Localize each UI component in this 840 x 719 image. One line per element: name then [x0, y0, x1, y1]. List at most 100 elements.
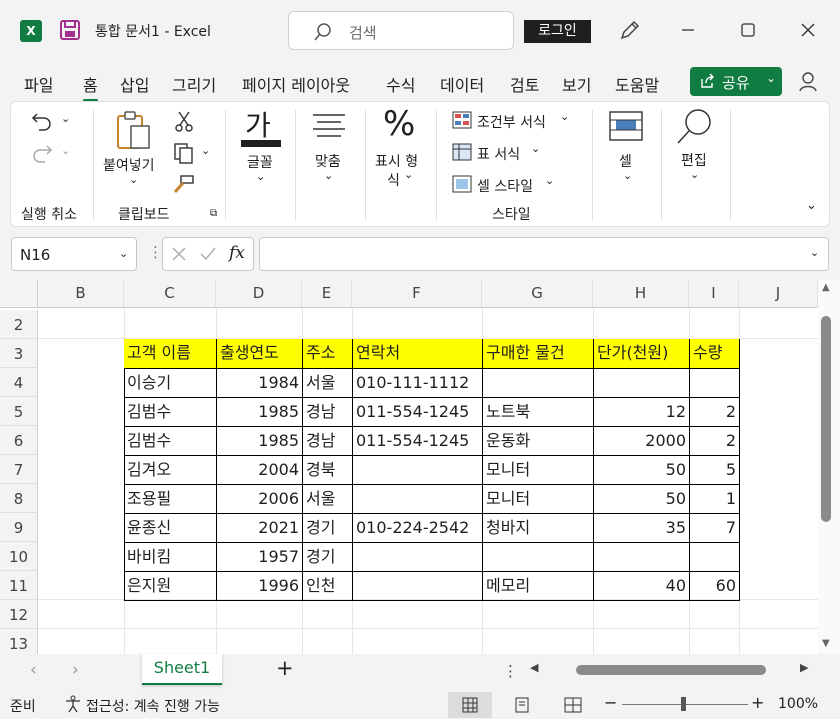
cells-icon[interactable]: [608, 108, 644, 142]
close-icon[interactable]: [796, 18, 820, 42]
scroll-right-icon[interactable]: ▶: [800, 661, 808, 674]
table-cell[interactable]: [594, 368, 690, 398]
table-cell[interactable]: 1957: [217, 542, 303, 572]
editing-label[interactable]: 편집: [681, 150, 707, 170]
table-cell[interactable]: 12: [594, 397, 690, 427]
vertical-scroll-thumb[interactable]: [821, 316, 831, 522]
select-all-corner[interactable]: [0, 280, 38, 308]
column-header[interactable]: H: [593, 280, 689, 308]
table-cell[interactable]: 은지원: [124, 571, 217, 601]
zoom-slider-knob[interactable]: [681, 697, 686, 711]
ribbon-collapse-icon[interactable]: ⌄: [806, 198, 817, 213]
tab-formulas[interactable]: 수식: [386, 72, 415, 96]
table-cell[interactable]: 청바지: [483, 513, 594, 543]
scroll-up-icon[interactable]: ▲: [822, 282, 830, 293]
chevron-down-icon[interactable]: ⌄: [129, 173, 138, 186]
table-cell[interactable]: 조용필: [124, 484, 217, 514]
table-header-cell[interactable]: 연락처: [353, 339, 483, 369]
save-icon[interactable]: [58, 18, 82, 42]
chevron-down-icon[interactable]: ⌄: [119, 247, 128, 260]
table-cell[interactable]: 서울: [303, 484, 353, 514]
column-header[interactable]: J: [739, 280, 818, 308]
table-header-cell[interactable]: 단가(천원): [594, 339, 690, 369]
pen-icon[interactable]: [618, 18, 642, 42]
table-cell[interactable]: 바비킴: [124, 542, 217, 572]
more-options-icon[interactable]: ⋮: [503, 662, 518, 680]
table-header-cell[interactable]: 고객 이름: [124, 339, 217, 369]
tab-draw[interactable]: 그리기: [172, 72, 216, 96]
table-cell[interactable]: 011-554-1245: [353, 426, 483, 456]
vertical-scrollbar[interactable]: ▲ ▼: [818, 280, 840, 654]
row-header[interactable]: 12: [0, 600, 38, 629]
magnifier-icon[interactable]: [675, 106, 715, 146]
table-format-label[interactable]: 표 서식: [477, 144, 520, 164]
table-cell[interactable]: 1984: [217, 368, 303, 398]
zoom-level[interactable]: 100%: [778, 696, 818, 712]
chevron-down-icon[interactable]: ⌄: [623, 169, 632, 182]
column-header[interactable]: D: [216, 280, 302, 308]
scroll-left-icon[interactable]: ◀: [530, 661, 538, 674]
table-cell[interactable]: 경남: [303, 426, 353, 456]
cell-style-icon[interactable]: [452, 175, 472, 193]
row-header[interactable]: 10: [0, 542, 38, 571]
table-cell[interactable]: 40: [594, 571, 690, 601]
cell-style-label[interactable]: 셀 스타일: [477, 176, 533, 196]
table-cell[interactable]: 7: [690, 513, 740, 543]
paste-label[interactable]: 붙여넣기: [103, 155, 155, 175]
sheet-next-icon[interactable]: ›: [72, 660, 79, 680]
page-break-view-icon[interactable]: [564, 697, 582, 713]
horizontal-scrollbar[interactable]: ◀ ▶: [530, 661, 818, 678]
login-button[interactable]: 로그인: [524, 20, 591, 43]
chevron-down-icon[interactable]: ⌄: [545, 174, 554, 187]
table-cell[interactable]: 35: [594, 513, 690, 543]
table-cell[interactable]: 경북: [303, 455, 353, 485]
cancel-icon[interactable]: [171, 246, 187, 262]
horizontal-scroll-thumb[interactable]: [576, 665, 766, 675]
fx-icon[interactable]: fx: [229, 243, 245, 263]
chevron-down-icon[interactable]: ⌄: [690, 168, 699, 181]
format-painter-icon[interactable]: [171, 174, 195, 196]
table-cell[interactable]: 노트북: [483, 397, 594, 427]
column-header[interactable]: G: [482, 280, 593, 308]
search-box[interactable]: 검색: [288, 11, 514, 50]
table-cell[interactable]: [353, 571, 483, 601]
undo-icon[interactable]: [31, 110, 53, 132]
cut-icon[interactable]: [175, 110, 193, 132]
table-header-cell[interactable]: 수량: [690, 339, 740, 369]
row-header[interactable]: 6: [0, 426, 38, 455]
formula-input[interactable]: ⌄: [259, 237, 829, 271]
number-format-label-2[interactable]: 식: [387, 170, 400, 190]
table-cell[interactable]: 010-111-1112: [353, 368, 483, 398]
table-cell[interactable]: [483, 542, 594, 572]
column-header[interactable]: C: [124, 280, 216, 308]
share-button[interactable]: 공유 ⌄: [690, 67, 782, 96]
table-header-cell[interactable]: 출생연도: [217, 339, 303, 369]
table-cell[interactable]: 메모리: [483, 571, 594, 601]
table-cell[interactable]: 김범수: [124, 426, 217, 456]
row-header[interactable]: 2: [0, 310, 38, 339]
table-cell[interactable]: 모니터: [483, 455, 594, 485]
copy-icon[interactable]: [173, 142, 195, 164]
font-label[interactable]: 글꼴: [247, 152, 273, 172]
tab-data[interactable]: 데이터: [440, 72, 484, 96]
name-box[interactable]: N16 ⌄: [11, 237, 137, 271]
table-cell[interactable]: 1: [690, 484, 740, 514]
table-cell[interactable]: [353, 542, 483, 572]
table-cell[interactable]: [690, 542, 740, 572]
table-cell[interactable]: 2004: [217, 455, 303, 485]
sheet-tab[interactable]: Sheet1: [142, 654, 222, 685]
table-cell[interactable]: 김겨오: [124, 455, 217, 485]
table-cell[interactable]: 김범수: [124, 397, 217, 427]
table-cell[interactable]: 경기: [303, 513, 353, 543]
column-header[interactable]: F: [352, 280, 482, 308]
chevron-down-icon[interactable]: ⌄: [404, 168, 413, 181]
row-header[interactable]: 5: [0, 397, 38, 426]
table-cell[interactable]: 운동화: [483, 426, 594, 456]
zoom-out-icon[interactable]: −: [604, 693, 617, 712]
table-cell[interactable]: 50: [594, 455, 690, 485]
redo-icon[interactable]: [31, 142, 53, 164]
minimize-icon[interactable]: [676, 18, 700, 42]
tab-home[interactable]: 홈: [83, 72, 98, 102]
accessibility-icon[interactable]: [64, 695, 82, 713]
align-label[interactable]: 맞춤: [315, 151, 341, 171]
